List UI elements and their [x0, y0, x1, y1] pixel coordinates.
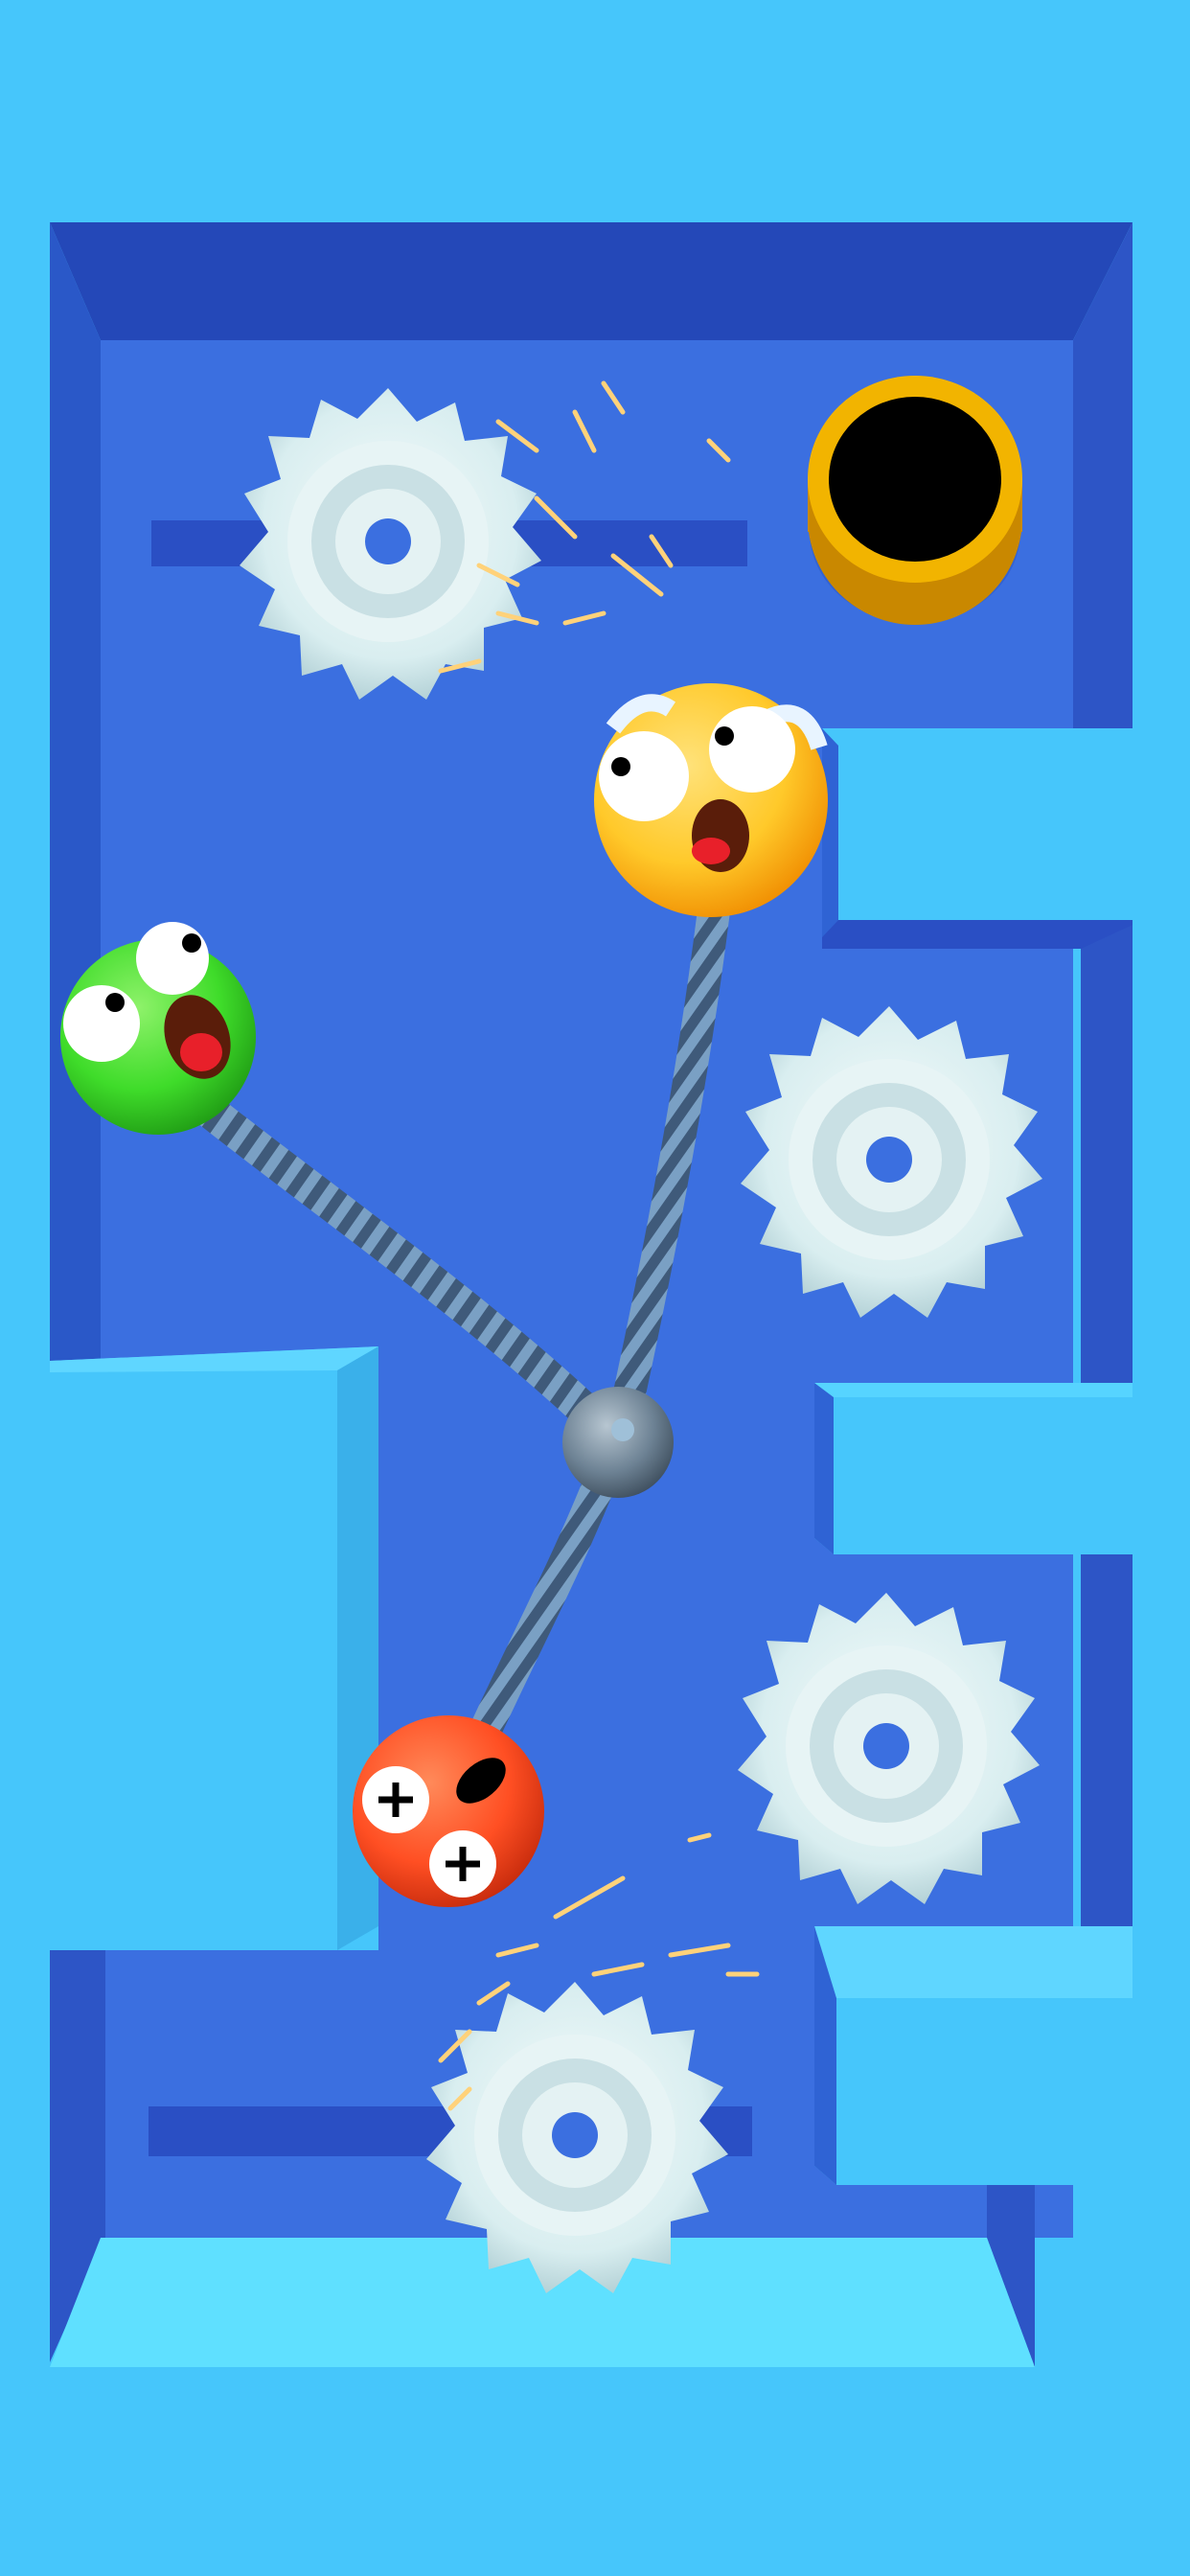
- game-canvas[interactable]: [0, 0, 1190, 2576]
- goal-hole-icon: [808, 376, 1022, 625]
- top-wall: [50, 222, 1133, 340]
- right-ledge-2: [814, 1383, 1133, 1554]
- right-ledge-1: [822, 728, 1133, 920]
- ball-yellow[interactable]: [594, 683, 828, 917]
- game-stage[interactable]: [0, 0, 1190, 2576]
- rope-knot-icon[interactable]: [562, 1387, 674, 1498]
- ball-red[interactable]: [353, 1715, 544, 1907]
- left-block: [50, 1346, 378, 1950]
- left-wall-upper: [50, 222, 101, 1361]
